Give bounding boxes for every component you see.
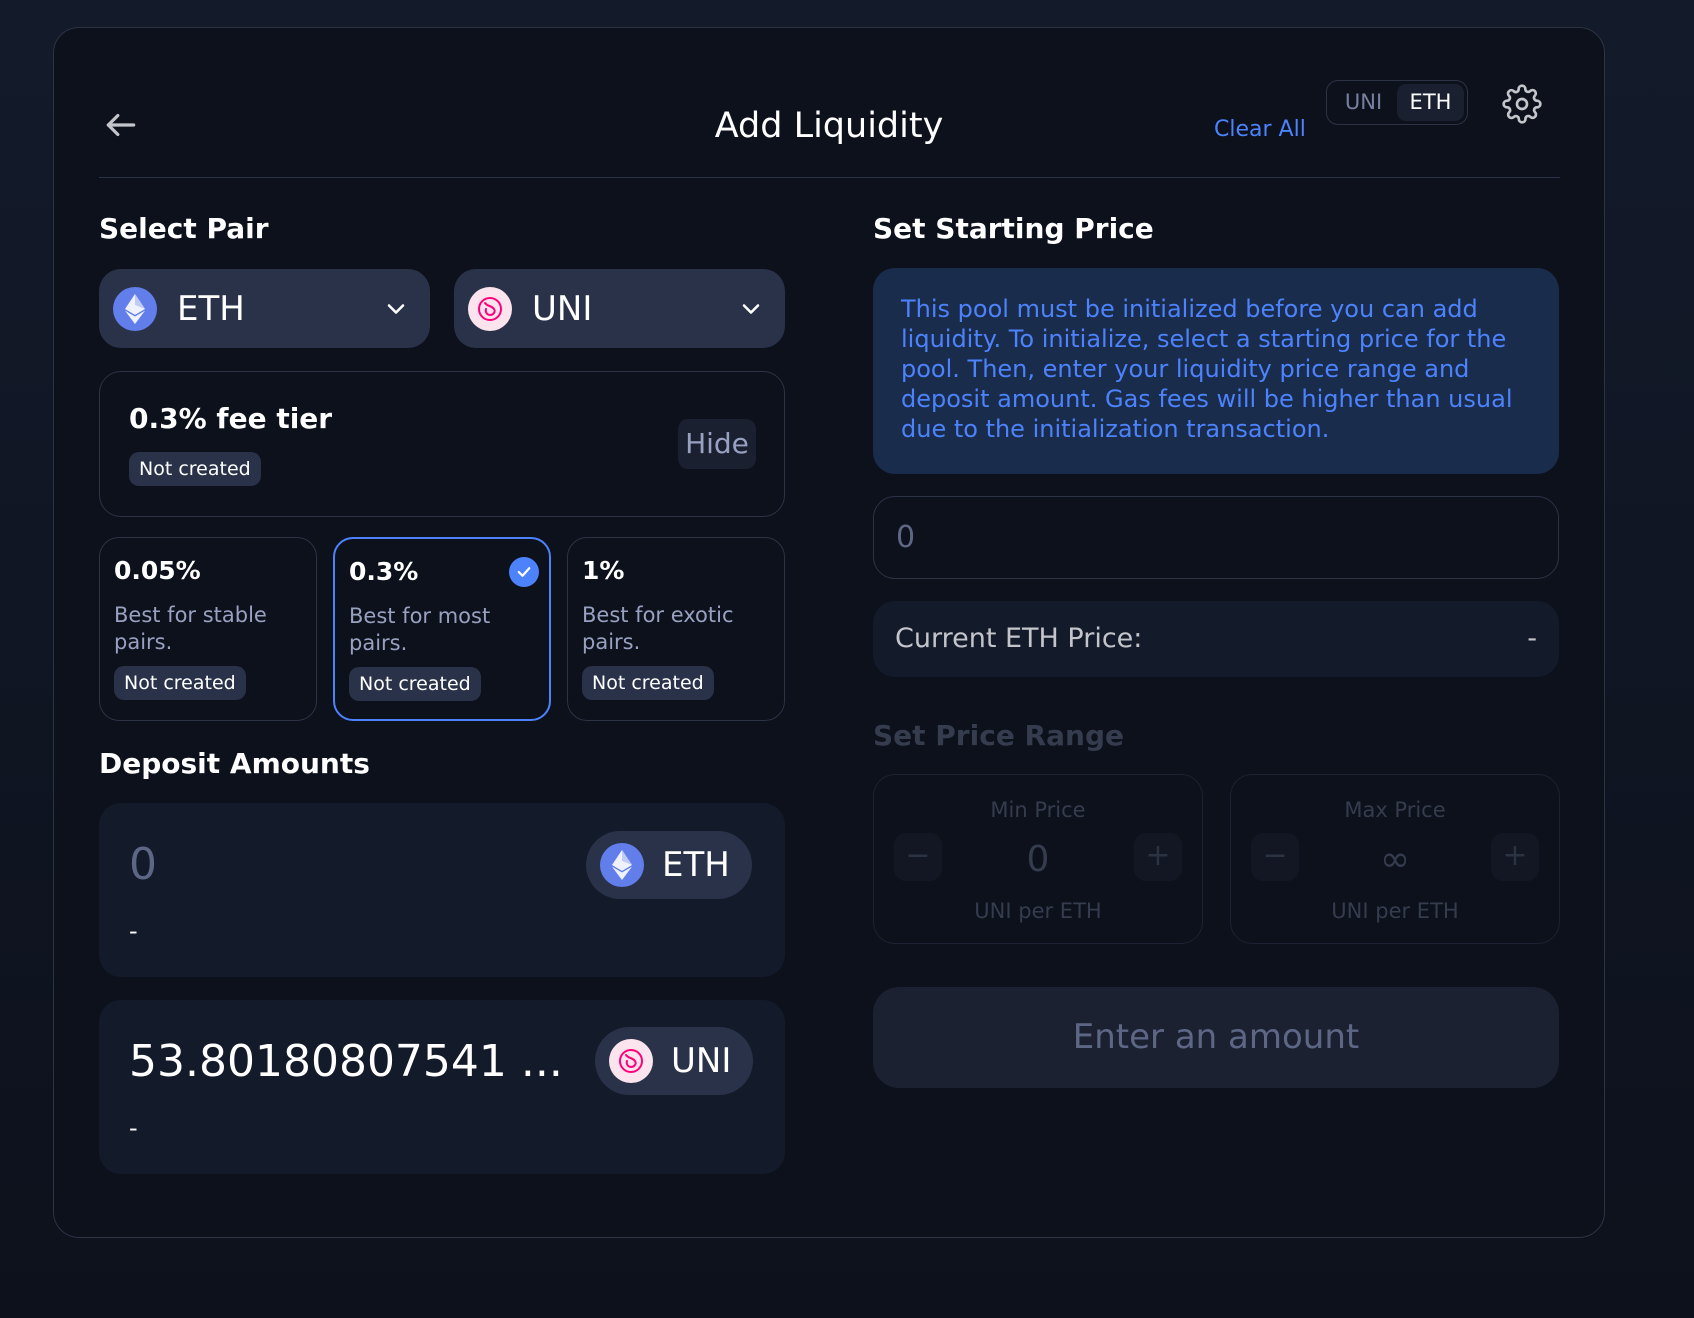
eth-logo-icon <box>113 286 157 331</box>
select-pair-title: Select Pair <box>99 212 269 245</box>
current-price-label: Current ETH Price: <box>895 623 1143 654</box>
token-a-select[interactable]: ETH <box>99 269 430 348</box>
gear-icon[interactable] <box>1502 84 1542 124</box>
header-divider <box>99 177 1560 178</box>
toggle-uni[interactable]: UNI <box>1330 84 1397 121</box>
status-badge: Not created <box>349 667 481 701</box>
header: Add Liquidity Clear All UNI ETH <box>54 28 1604 178</box>
min-price-unit: UNI per ETH <box>974 899 1102 923</box>
min-price-box: Min Price − 0 + UNI per ETH <box>873 774 1203 944</box>
token-a-symbol: ETH <box>177 288 245 329</box>
min-price-label: Min Price <box>990 798 1086 822</box>
deposit-amount-eth[interactable]: 0 <box>129 839 157 890</box>
uni-logo-icon <box>468 286 512 331</box>
token-order-toggle[interactable]: UNI ETH <box>1326 80 1468 125</box>
starting-price-input[interactable] <box>873 496 1559 579</box>
deposit-usd-uni: - <box>129 1114 138 1142</box>
chevron-down-icon <box>387 303 405 314</box>
eth-logo-icon <box>600 843 644 887</box>
fee-option-pct: 0.05% <box>114 556 201 585</box>
enter-amount-button[interactable]: Enter an amount <box>873 987 1559 1088</box>
check-icon <box>509 557 539 587</box>
fee-option-pct: 0.3% <box>349 557 419 586</box>
hide-button[interactable]: Hide <box>678 419 756 469</box>
fee-option-0-05[interactable]: 0.05% Best for stable pairs. Not created <box>99 537 317 721</box>
deposit-input-uni[interactable]: 53.80180807541 ... - UNI <box>99 1000 785 1174</box>
fee-tier-label: 0.3% fee tier <box>129 402 333 435</box>
deposit-token-eth[interactable]: ETH <box>586 831 752 899</box>
min-price-increment-button[interactable]: + <box>1134 833 1182 881</box>
fee-option-0-3[interactable]: 0.3% Best for most pairs. Not created <box>333 537 551 721</box>
status-badge: Not created <box>582 666 714 700</box>
uni-logo-icon <box>609 1039 653 1083</box>
price-range-title: Set Price Range <box>873 719 1124 752</box>
status-badge: Not created <box>129 452 261 486</box>
fee-tier-summary: 0.3% fee tier Not created Hide <box>99 371 785 517</box>
current-price-row: Current ETH Price: - <box>873 601 1559 677</box>
toggle-eth[interactable]: ETH <box>1397 84 1464 121</box>
clear-all-button[interactable]: Clear All <box>1214 117 1306 142</box>
initialization-info: This pool must be initialized before you… <box>873 268 1559 474</box>
fee-option-desc: Best for exotic pairs. <box>582 603 734 654</box>
deposit-token-uni[interactable]: UNI <box>595 1027 754 1095</box>
deposit-token-symbol: UNI <box>671 1041 732 1081</box>
deposit-amounts-title: Deposit Amounts <box>99 747 370 780</box>
status-badge: Not created <box>114 666 246 700</box>
current-price-value: - <box>1527 623 1537 654</box>
token-b-select[interactable]: UNI <box>454 269 785 348</box>
fee-option-pct: 1% <box>582 556 625 585</box>
max-price-box: Max Price − ∞ + UNI per ETH <box>1230 774 1560 944</box>
fee-option-desc: Best for most pairs. <box>349 604 491 655</box>
deposit-input-eth[interactable]: 0 - ETH <box>99 803 785 977</box>
fee-option-desc: Best for stable pairs. <box>114 603 267 654</box>
deposit-token-symbol: ETH <box>662 845 730 885</box>
fee-option-1[interactable]: 1% Best for exotic pairs. Not created <box>567 537 785 721</box>
starting-price-title: Set Starting Price <box>873 212 1154 245</box>
token-b-symbol: UNI <box>532 288 593 329</box>
chevron-down-icon <box>742 303 760 314</box>
max-price-increment-button[interactable]: + <box>1491 833 1539 881</box>
deposit-usd-eth: - <box>129 917 138 945</box>
deposit-amount-uni[interactable]: 53.80180807541 ... <box>129 1036 563 1087</box>
max-price-label: Max Price <box>1344 798 1446 822</box>
max-price-unit: UNI per ETH <box>1331 899 1459 923</box>
